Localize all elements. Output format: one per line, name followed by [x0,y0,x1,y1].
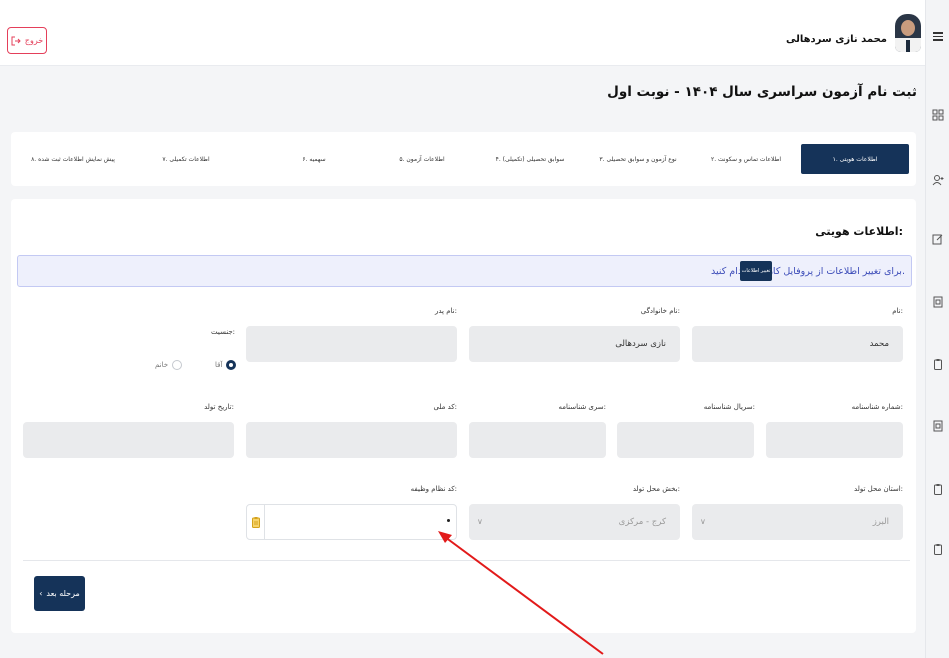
next-step-button[interactable]: ‹ مرحله بعد [34,576,85,611]
title-bar: ثبت نام آزمون سراسری سال ۱۴۰۴ - نوبت اول [0,66,925,120]
page: محمد نازی سردهالی خروج ثبت نام آزمون سرا… [0,0,949,658]
hamburger-menu-icon[interactable] [933,32,943,41]
identity-form-card: اطلاعات هویتی: برای تغییر اطلاعات از پرو… [11,199,916,633]
registration-stepper: ۱. اطلاعات هویتی ۲. اطلاعات تماس و سکونت… [11,132,916,186]
father-name-label: نام پدر: [434,307,457,315]
national-code-field[interactable] [246,422,457,458]
birth-province-label: استان محل تولد: [854,485,903,493]
last-name-value: نازی سردهالی [615,339,666,349]
step-additional[interactable]: ۷. اطلاعات تکمیلی [133,144,239,174]
national-code-label: کد ملی: [433,403,458,411]
clipboard-icon[interactable] [247,505,265,539]
id-serial-label: سریال شناسنامه: [703,403,755,411]
id-serial-field[interactable] [617,422,754,458]
divider [23,560,910,561]
dashboard-icon[interactable] [931,108,945,122]
chevron-down-icon: ∨ [477,517,483,526]
id-number-field[interactable] [766,422,903,458]
gender-male-label: آقا [215,361,223,369]
side-rail [925,0,949,658]
first-name-label: نام: [892,307,903,315]
birth-date-label: تاریخ تولد: [204,403,234,411]
next-step-label: مرحله بعد [46,589,80,598]
text-cursor [447,519,450,522]
military-code-label: کد نظام وظیفه: [410,485,457,493]
step-preview[interactable]: ۸. پیش نمایش اطلاعات ثبت شده [15,144,131,174]
logout-button[interactable]: خروج [7,27,47,54]
gender-female-label: خانم [155,361,169,369]
first-name-value: محمد [869,339,889,349]
user-name: محمد نازی سردهالی [785,34,887,45]
gender-male-radio[interactable] [226,360,236,370]
clipboard-icon[interactable] [931,357,945,371]
first-name-field[interactable]: محمد [692,326,903,362]
birth-date-field[interactable] [23,422,234,458]
page-title: ثبت نام آزمون سراسری سال ۱۴۰۴ - نوبت اول [607,84,917,100]
birth-district-value: کرج - مرکزی [618,517,666,527]
change-info-button[interactable]: تغییر اطلاعات [740,261,772,281]
document-icon[interactable] [931,419,945,433]
document-icon[interactable] [931,295,945,309]
logout-label: خروج [24,36,44,45]
birth-province-select[interactable]: ∨ البرز [692,504,903,540]
logout-icon [11,36,21,45]
edit-icon[interactable] [931,232,945,246]
chevron-down-icon: ∨ [700,517,706,526]
user-add-icon[interactable] [931,173,945,187]
clipboard-icon[interactable] [931,482,945,496]
step-contact[interactable]: ۲. اطلاعات تماس و سکونت [693,144,799,174]
birth-district-select[interactable]: ∨ کرج - مرکزی [469,504,680,540]
top-header: محمد نازی سردهالی خروج [0,0,943,66]
gender-label: جنسیت: [211,328,236,336]
last-name-field[interactable]: نازی سردهالی [469,326,680,362]
avatar [895,14,921,52]
step-exam-info[interactable]: ۵. اطلاعات آزمون [369,144,475,174]
section-title: اطلاعات هویتی: [815,225,903,238]
chevron-left-icon: ‹ [39,589,43,598]
step-education[interactable]: ۴. سوابق تحصیلی (تکمیلی) [477,144,583,174]
info-alert: برای تغییر اطلاعات از پروفایل کاربری اقد… [17,255,912,287]
clipboard-icon[interactable] [931,542,945,556]
father-name-field[interactable] [246,326,457,362]
birth-province-value: البرز [872,517,889,527]
step-exam-type[interactable]: ۳. نوع آزمون و سوابق تحصیلی [585,144,691,174]
step-quota[interactable]: ۶. سهمیه [261,144,367,174]
id-series-field[interactable] [469,422,606,458]
gender-female-radio[interactable] [172,360,182,370]
id-series-label: سری شناسنامه: [558,403,606,411]
step-identity[interactable]: ۱. اطلاعات هویتی [801,144,909,174]
last-name-label: نام خانوادگی: [640,307,680,315]
birth-district-label: بخش محل تولد: [632,485,680,493]
id-number-label: شماره شناسنامه: [851,403,903,411]
military-code-field[interactable] [246,504,457,540]
